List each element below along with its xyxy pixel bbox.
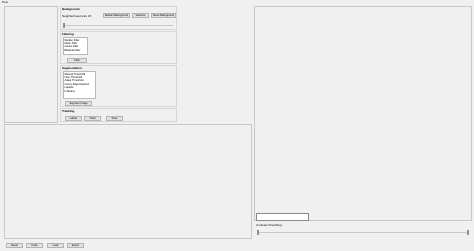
list-item[interactable]: K-Means bbox=[65, 90, 95, 93]
filtering-group: Filtering Median Filter Mean Filter Gaus… bbox=[60, 31, 177, 64]
neighborhood-size-value[interactable]: 15 bbox=[88, 14, 91, 18]
variance-button[interactable]: Variance bbox=[132, 13, 149, 18]
export-button[interactable]: Export bbox=[67, 243, 84, 248]
segmentation-group: Segmentation Manual Threshold Otsu Thres… bbox=[60, 65, 177, 107]
filter-button[interactable]: Filter bbox=[67, 58, 87, 63]
coordinate-input[interactable] bbox=[256, 213, 309, 221]
labels-button[interactable]: Labels bbox=[65, 116, 82, 121]
neighborhood-slider-track bbox=[63, 25, 173, 26]
contrast-stretching-title: Contrast Stretching bbox=[256, 223, 282, 227]
median-background-button[interactable]: Median Background bbox=[103, 13, 130, 18]
neighborhood-slider-handle[interactable] bbox=[63, 23, 65, 28]
contrast-slider-handle-high[interactable] bbox=[467, 230, 469, 235]
list-item[interactable]: Bilateral Filter bbox=[65, 49, 87, 52]
neighborhood-size-label: Neighborhood size bbox=[62, 14, 88, 18]
window-title: Proc bbox=[2, 0, 9, 4]
reset-button[interactable]: Reset bbox=[6, 243, 23, 248]
undo-button[interactable]: Undo bbox=[26, 243, 43, 248]
track-button[interactable]: Track bbox=[84, 116, 101, 121]
tracking-title: Tracking bbox=[62, 109, 75, 113]
contrast-slider-handle-low[interactable] bbox=[257, 230, 259, 235]
segment-image-button[interactable]: Segment Image bbox=[65, 101, 92, 106]
tracking-group: Tracking Labels Track Save bbox=[60, 108, 177, 122]
preview-image-panel bbox=[4, 6, 58, 123]
segmentation-title: Segmentation bbox=[62, 66, 82, 70]
filtering-title: Filtering bbox=[62, 32, 74, 36]
contrast-slider-track bbox=[257, 232, 469, 233]
background-group: Background Neighborhood size 15 Median B… bbox=[60, 6, 177, 30]
mean-background-button[interactable]: Mean Background bbox=[151, 13, 176, 18]
background-title: Background bbox=[62, 7, 80, 11]
segmentation-list[interactable]: Manual Threshold Otsu Threshold Adapt Th… bbox=[63, 71, 96, 99]
result-canvas bbox=[4, 124, 252, 239]
image-viewer bbox=[254, 6, 472, 221]
filter-list[interactable]: Median Filter Mean Filter Gauss Filter B… bbox=[63, 37, 88, 55]
save-button[interactable]: Save bbox=[106, 116, 123, 121]
load-button[interactable]: Load bbox=[47, 243, 64, 248]
